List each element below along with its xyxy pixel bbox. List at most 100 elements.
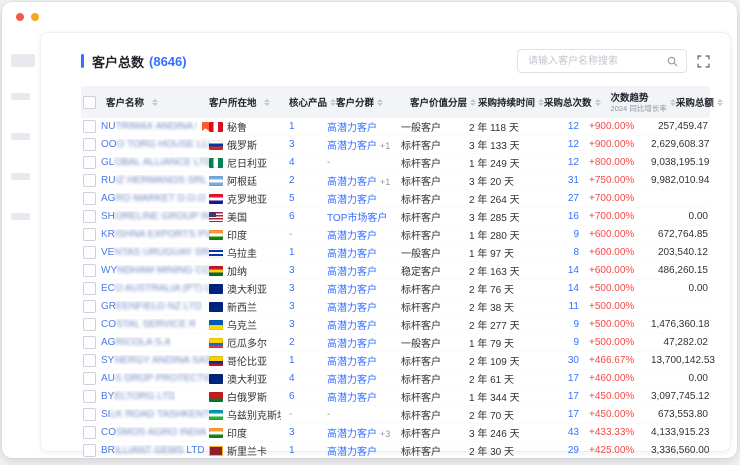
purchase-count-value[interactable]: 12 [568,121,579,132]
row-checkbox[interactable] [83,192,96,205]
header-core-products[interactable]: 核心产品 [281,95,336,109]
row-checkbox[interactable] [83,444,96,457]
customer-name-link[interactable]: ECO AUSTRALIA (PT) LTD [101,283,209,294]
customer-name-link[interactable]: SYNERGY ANDINA SAS [101,355,209,366]
purchase-count-value[interactable]: 17 [568,409,579,420]
row-checkbox[interactable] [83,282,96,295]
purchase-count-value[interactable]: 8 [573,247,579,258]
search-input[interactable] [526,55,667,68]
core-product-count[interactable]: 3 [289,265,295,276]
purchase-count-value[interactable]: 43 [568,427,579,438]
core-product-count[interactable]: 2 [289,175,295,186]
minimize-window-icon[interactable] [31,13,39,21]
purchase-count-value[interactable]: 16 [568,211,579,222]
core-product-count[interactable]: 4 [289,157,295,168]
customer-name-link[interactable]: SILK ROAD TASHKENT X [101,409,209,420]
purchase-count-value[interactable]: 14 [568,265,579,276]
customer-name-link[interactable]: VENTAS URUGUAY SRL [101,247,209,258]
customer-name-link[interactable]: BYELTORG LTD [101,391,175,402]
customer-name-link[interactable]: AUS DROP PROTECTION P [101,373,209,384]
row-checkbox[interactable] [83,300,96,313]
core-product-count[interactable]: 1 [289,355,295,366]
row-checkbox[interactable] [83,156,96,169]
row-checkbox[interactable] [83,354,96,367]
sort-icon[interactable] [595,99,601,106]
core-product-count[interactable]: 1 [289,121,295,132]
purchase-count-value[interactable]: 31 [568,175,579,186]
segment-link[interactable]: 高潜力客户 [327,141,377,152]
segment-link[interactable]: 高潜力客户 [327,177,377,188]
row-checkbox[interactable] [83,318,96,331]
sort-icon[interactable] [377,99,383,106]
purchase-count-value[interactable]: 9 [573,319,579,330]
row-checkbox[interactable] [83,390,96,403]
row-checkbox[interactable] [83,264,96,277]
header-value-tier[interactable]: 客户价值分层 [410,95,478,109]
row-checkbox[interactable] [83,210,96,223]
segment-link[interactable]: 高潜力客户 [327,195,377,206]
segment-link[interactable]: 高潜力客户 [327,285,377,296]
row-checkbox[interactable] [83,336,96,349]
row-checkbox[interactable] [83,372,96,385]
row-checkbox[interactable] [83,408,96,421]
segment-link[interactable]: 高潜力客户 [327,375,377,386]
customer-name-link[interactable]: GREENFIELD NZ LTD [101,301,202,312]
purchase-count-value[interactable]: 17 [568,391,579,402]
customer-search-box[interactable] [517,49,687,73]
segment-link[interactable]: TOP市场客户 [327,213,387,224]
core-product-count[interactable]: 3 [289,427,295,438]
segment-link[interactable]: 高潜力客户 [327,447,377,458]
core-product-count[interactable]: 3 [289,319,295,330]
segment-link[interactable]: 高潜力客户 [327,123,377,134]
customer-name-link[interactable]: WYNDHAM MINING CO [101,265,209,276]
core-product-count[interactable]: 1 [289,247,295,258]
segment-link[interactable]: 高潜力客户 [327,321,377,332]
row-checkbox[interactable] [83,138,96,151]
purchase-count-value[interactable]: 9 [573,229,579,240]
core-product-count[interactable]: 3 [289,301,295,312]
header-segment[interactable]: 客户分群 [336,95,410,109]
core-product-count[interactable]: 6 [289,391,295,402]
segment-link[interactable]: 高潜力客户 [327,303,377,314]
segment-link[interactable]: 高潜力客户 [327,429,377,440]
header-location[interactable]: 客户所在地 [209,95,281,109]
customer-name-link[interactable]: COSTAL SERVICE R [101,319,196,330]
purchase-count-value[interactable]: 9 [573,337,579,348]
header-purchase-count[interactable]: 采购总次数 [544,95,611,109]
search-icon[interactable] [667,56,678,67]
purchase-count-value[interactable]: 11 [569,301,579,312]
customer-name-link[interactable]: AGRICOLA S.A [101,337,171,348]
row-checkbox[interactable] [83,426,96,439]
core-product-count[interactable]: 4 [289,373,295,384]
sort-icon[interactable] [470,99,476,106]
sort-icon[interactable] [717,99,723,106]
close-window-icon[interactable] [16,13,24,21]
purchase-count-value[interactable]: 17 [568,373,579,384]
core-product-count[interactable]: 5 [289,193,295,204]
customer-name-link[interactable]: COSMOS AGRO INDIA [101,427,207,438]
row-checkbox[interactable] [83,228,96,241]
core-product-count[interactable]: 3 [289,283,295,294]
header-trend[interactable]: 次数趋势 2024 同比增长率 [611,90,676,114]
header-duration[interactable]: 采购持续时间 [478,95,544,109]
customer-name-link[interactable]: BRILLIANT GEMS LTD [101,445,205,456]
purchase-count-value[interactable]: 12 [568,157,579,168]
segment-link[interactable]: 高潜力客户 [327,231,377,242]
core-product-count[interactable]: 6 [289,211,295,222]
sort-icon[interactable] [152,99,158,106]
customer-name-link[interactable]: SHORELINE GROUP INC [101,211,209,222]
segment-link[interactable]: 高潜力客户 [327,339,377,350]
customer-name-link[interactable]: OOO TORG HOUSE LLC [101,139,209,150]
header-total-amount[interactable]: 采购总额 [676,95,725,109]
segment-link[interactable]: 高潜力客户 [327,393,377,404]
customer-name-link[interactable]: KRISHNA EXPORTS PVT [101,229,209,240]
header-customer-name[interactable]: 客户名称 [81,95,209,109]
core-product-count[interactable]: 2 [289,337,295,348]
select-all-checkbox[interactable] [83,96,96,109]
segment-link[interactable]: 高潜力客户 [327,249,377,260]
customer-name-link[interactable]: GLOBAL ALLIANCE LTD [101,157,209,168]
purchase-count-value[interactable]: 29 [568,445,579,456]
purchase-count-value[interactable]: 12 [568,139,579,150]
fullscreen-icon[interactable] [697,55,710,68]
row-checkbox[interactable] [83,174,96,187]
